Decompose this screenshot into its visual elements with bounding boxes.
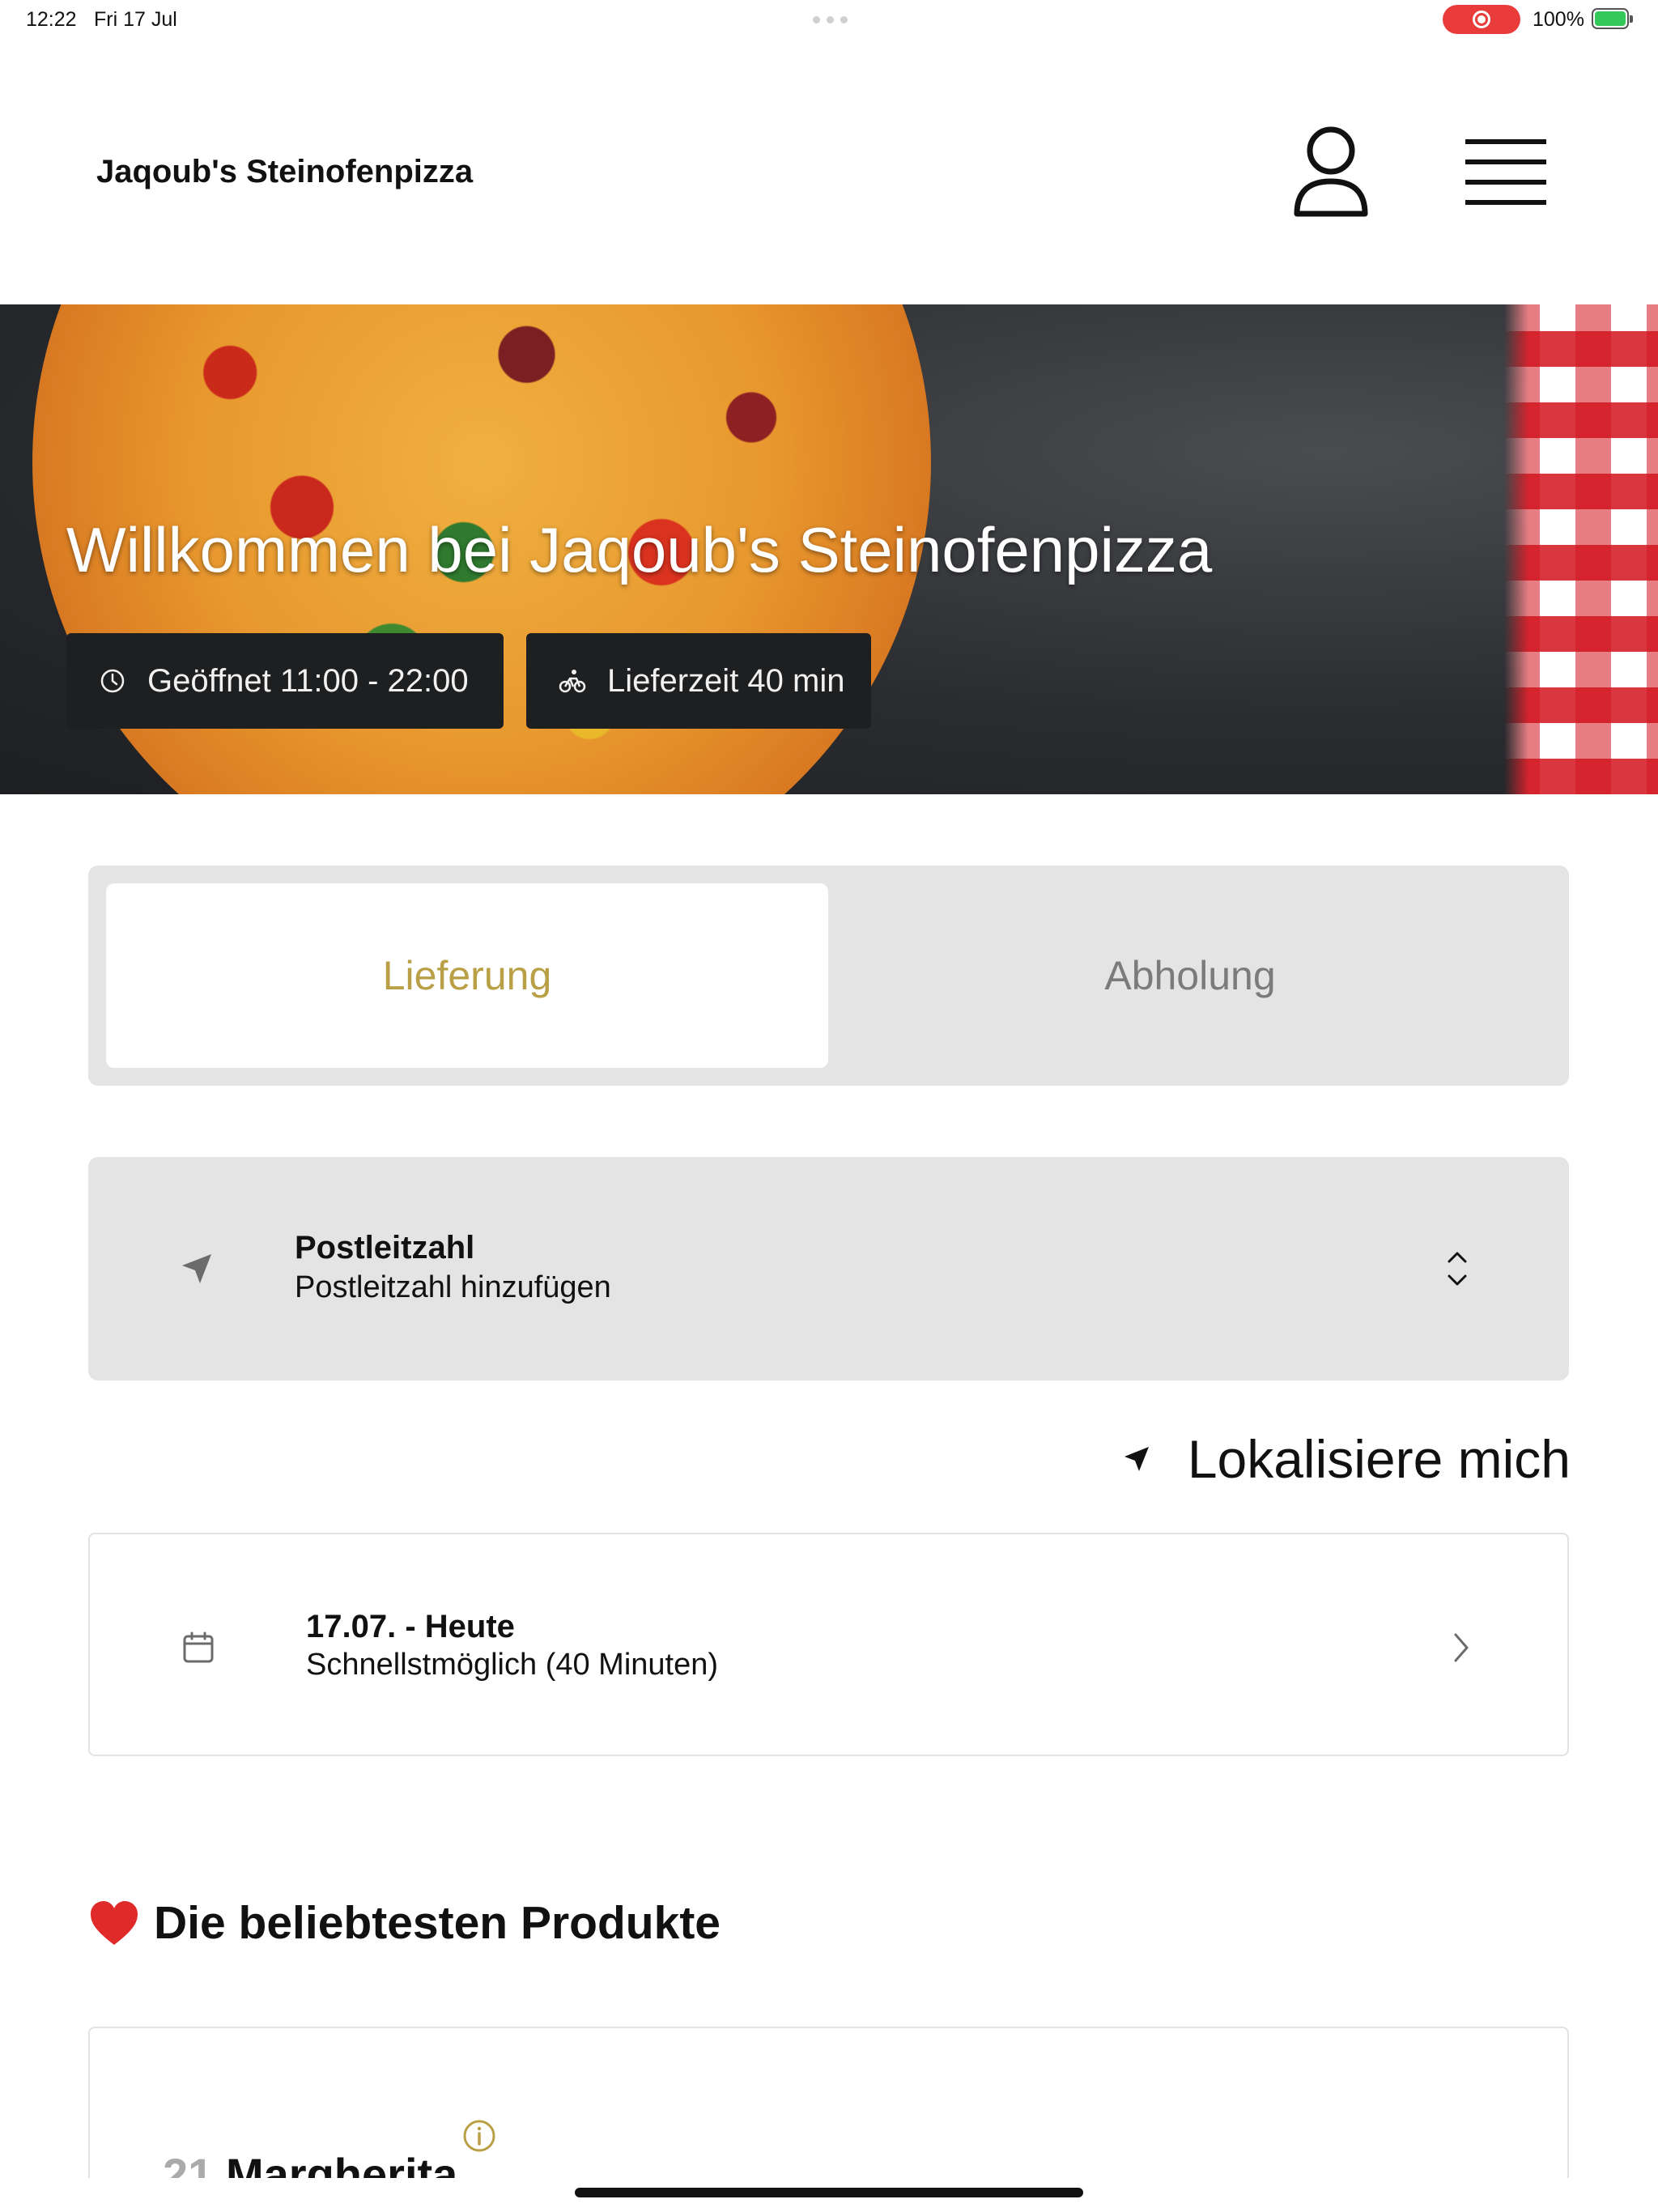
postal-code-placeholder: Postleitzahl hinzufügen [295, 1270, 611, 1304]
chevron-up-down-icon [1448, 1252, 1467, 1286]
popular-products-heading: Die beliebtesten Produkte [89, 1896, 721, 1950]
delivery-date: 17.07. - Heute [306, 1609, 515, 1644]
welcome-title: Willkommen bei Jaqoub's Steinofenpizza [66, 514, 1213, 585]
postal-code-label: Postleitzahl [295, 1230, 475, 1266]
battery-percentage: 100% [1533, 8, 1584, 31]
tab-pickup[interactable]: Abholung [829, 883, 1551, 1068]
delivery-time-selector[interactable]: 17.07. - Heute Schnellstmöglich (40 Minu… [88, 1533, 1569, 1756]
hamburger-menu-icon[interactable] [1465, 138, 1546, 206]
delivery-time-badge: Lieferzeit 40 min [526, 633, 871, 729]
status-date: Fri 17 Jul [94, 8, 177, 31]
delivery-time-option: Schnellstmöglich (40 Minuten) [306, 1648, 719, 1682]
home-indicator[interactable] [575, 2188, 1083, 2197]
tab-delivery[interactable]: Lieferung [106, 883, 828, 1068]
popular-products-title: Die beliebtesten Produkte [154, 1897, 721, 1949]
order-mode-toggle: Lieferung Abholung [88, 866, 1569, 1086]
bicycle-icon [559, 670, 586, 693]
locate-me-label: Lokalisiere mich [1187, 1429, 1571, 1489]
info-icon[interactable] [462, 2119, 496, 2153]
opening-hours-badge: Geöffnet 11:00 - 22:00 [66, 633, 504, 729]
multitasking-dots[interactable] [813, 16, 848, 23]
location-arrow-icon [1124, 1447, 1149, 1471]
battery-icon [1592, 8, 1633, 29]
brand-name[interactable]: Jaqoub's Steinofenpizza [96, 154, 473, 190]
status-time: 12:22 [26, 8, 77, 31]
location-arrow-icon [182, 1254, 211, 1283]
person-icon[interactable] [1290, 123, 1371, 219]
calendar-icon [183, 1631, 214, 1663]
locate-me-button[interactable]: Lokalisiere mich [1109, 1425, 1571, 1493]
opening-hours-text: Geöffnet 11:00 - 22:00 [147, 662, 469, 699]
tablecloth-image [1504, 304, 1658, 794]
delivery-time-text: Lieferzeit 40 min [607, 662, 845, 699]
hero-banner: Willkommen bei Jaqoub's Steinofenpizza G… [0, 304, 1658, 794]
screen-recording-icon[interactable] [1443, 5, 1520, 34]
heart-icon [91, 1901, 138, 1945]
postal-code-selector[interactable]: Postleitzahl Postleitzahl hinzufügen [88, 1157, 1569, 1380]
status-bar: 12:22 Fri 17 Jul 100% [0, 0, 1658, 39]
clock-icon [100, 669, 125, 693]
chevron-right-icon [1454, 1633, 1469, 1662]
app-header: Jaqoub's Steinofenpizza [0, 39, 1658, 304]
